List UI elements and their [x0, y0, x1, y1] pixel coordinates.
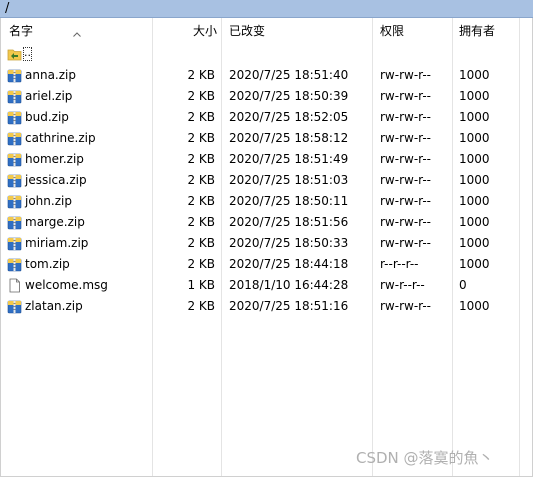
file-name: miriam.zip	[25, 236, 89, 250]
file-permissions: rw-rw-r--	[380, 89, 431, 103]
zip-archive-icon	[7, 216, 22, 230]
column-header-name[interactable]: 名字	[9, 18, 33, 44]
file-permissions: rw-r--r--	[380, 278, 425, 292]
file-modified: 2020/7/25 18:50:33	[229, 236, 349, 250]
file-size: 2 KB	[187, 152, 215, 166]
file-size: 2 KB	[187, 131, 215, 145]
blank-document-icon	[9, 278, 20, 293]
file-row[interactable]: tom.zip 2 KB 2020/7/25 18:44:18 r--r--r-- 10…	[0, 254, 533, 275]
file-row[interactable]: ariel.zip 2 KB 2020/7/25 18:50:39 rw-rw-r--…	[0, 86, 533, 107]
file-modified: 2020/7/25 18:58:12	[229, 131, 349, 145]
file-permissions: r--r--r--	[380, 257, 419, 271]
file-permissions: rw-rw-r--	[380, 215, 431, 229]
file-owner: 1000	[459, 89, 490, 103]
file-owner: 1000	[459, 68, 490, 82]
file-owner: 1000	[459, 173, 490, 187]
file-permissions: rw-rw-r--	[380, 236, 431, 250]
sort-ascending-icon	[73, 32, 81, 37]
file-size: 2 KB	[187, 236, 215, 250]
file-name: john.zip	[25, 194, 72, 208]
file-permissions: rw-rw-r--	[380, 299, 431, 313]
file-name: cathrine.zip	[25, 131, 96, 145]
file-name: zlatan.zip	[25, 299, 83, 313]
file-size: 2 KB	[187, 299, 215, 313]
file-size: 1 KB	[187, 278, 215, 292]
file-owner: 1000	[459, 215, 490, 229]
file-row[interactable]: jessica.zip 2 KB 2020/7/25 18:51:03 rw-rw-r…	[0, 170, 533, 191]
file-row[interactable]: homer.zip 2 KB 2020/7/25 18:51:49 rw-rw-r--…	[0, 149, 533, 170]
zip-archive-icon	[7, 174, 22, 188]
file-owner: 0	[459, 278, 467, 292]
column-header-modified[interactable]: 已改变	[229, 18, 265, 44]
file-permissions: rw-rw-r--	[380, 152, 431, 166]
file-modified: 2018/1/10 16:44:28	[229, 278, 349, 292]
file-modified: 2020/7/25 18:50:11	[229, 194, 349, 208]
parent-directory-row[interactable]: ..	[0, 44, 533, 65]
file-owner: 1000	[459, 299, 490, 313]
file-list-header: 名字 大小 已改变 权限 拥有者	[0, 18, 533, 44]
file-name: marge.zip	[25, 215, 85, 229]
file-size: 2 KB	[187, 257, 215, 271]
file-row[interactable]: bud.zip 2 KB 2020/7/25 18:52:05 rw-rw-r-- 10…	[0, 107, 533, 128]
file-name: tom.zip	[25, 257, 70, 271]
zip-archive-icon	[7, 237, 22, 251]
file-modified: 2020/7/25 18:51:16	[229, 299, 349, 313]
file-permissions: rw-rw-r--	[380, 173, 431, 187]
file-size: 2 KB	[187, 173, 215, 187]
file-name: jessica.zip	[25, 173, 87, 187]
column-header-owner[interactable]: 拥有者	[459, 18, 495, 44]
file-owner: 1000	[459, 110, 490, 124]
file-size: 2 KB	[187, 110, 215, 124]
file-size: 2 KB	[187, 215, 215, 229]
zip-archive-icon	[7, 195, 22, 209]
current-path: /	[5, 1, 10, 16]
file-modified: 2020/7/25 18:51:40	[229, 68, 349, 82]
file-owner: 1000	[459, 152, 490, 166]
file-owner: 1000	[459, 131, 490, 145]
file-row[interactable]: miriam.zip 2 KB 2020/7/25 18:50:33 rw-rw-r-…	[0, 233, 533, 254]
file-row[interactable]: john.zip 2 KB 2020/7/25 18:50:11 rw-rw-r-- 1…	[0, 191, 533, 212]
file-row[interactable]: cathrine.zip 2 KB 2020/7/25 18:58:12 rw-rw-…	[0, 128, 533, 149]
file-size: 2 KB	[187, 68, 215, 82]
file-name: bud.zip	[25, 110, 69, 124]
zip-archive-icon	[7, 153, 22, 167]
file-size: 2 KB	[187, 194, 215, 208]
file-name: homer.zip	[25, 152, 84, 166]
file-row[interactable]: zlatan.zip 2 KB 2020/7/25 18:51:16 rw-rw-r-…	[0, 296, 533, 317]
column-header-size[interactable]: 大小	[193, 18, 217, 44]
file-row[interactable]: welcome.msg 1 KB 2018/1/10 16:44:28 rw-r--r…	[0, 275, 533, 296]
file-permissions: rw-rw-r--	[380, 68, 431, 82]
parent-folder-icon	[7, 49, 22, 61]
file-modified: 2020/7/25 18:51:49	[229, 152, 349, 166]
file-name: ariel.zip	[25, 89, 73, 103]
file-row[interactable]: marge.zip 2 KB 2020/7/25 18:51:56 rw-rw-r--…	[0, 212, 533, 233]
file-modified: 2020/7/25 18:52:05	[229, 110, 349, 124]
zip-archive-icon	[7, 111, 22, 125]
file-name: anna.zip	[25, 68, 76, 82]
parent-directory-label: ..	[23, 46, 32, 61]
file-permissions: rw-rw-r--	[380, 131, 431, 145]
zip-archive-icon	[7, 90, 22, 104]
column-header-permissions[interactable]: 权限	[380, 18, 404, 44]
zip-archive-icon	[7, 258, 22, 272]
file-owner: 1000	[459, 257, 490, 271]
zip-archive-icon	[7, 69, 22, 83]
zip-archive-icon	[7, 300, 22, 314]
watermark: CSDN @落寞的魚丶	[356, 449, 494, 467]
file-name: welcome.msg	[25, 278, 108, 292]
file-modified: 2020/7/25 18:51:03	[229, 173, 349, 187]
file-owner: 1000	[459, 236, 490, 250]
file-size: 2 KB	[187, 89, 215, 103]
file-permissions: rw-rw-r--	[380, 110, 431, 124]
file-row[interactable]: anna.zip 2 KB 2020/7/25 18:51:40 rw-rw-r-- 1…	[0, 65, 533, 86]
path-bar[interactable]: /	[0, 0, 533, 18]
file-permissions: rw-rw-r--	[380, 194, 431, 208]
file-modified: 2020/7/25 18:51:56	[229, 215, 349, 229]
file-modified: 2020/7/25 18:44:18	[229, 257, 349, 271]
zip-archive-icon	[7, 132, 22, 146]
file-owner: 1000	[459, 194, 490, 208]
file-modified: 2020/7/25 18:50:39	[229, 89, 349, 103]
